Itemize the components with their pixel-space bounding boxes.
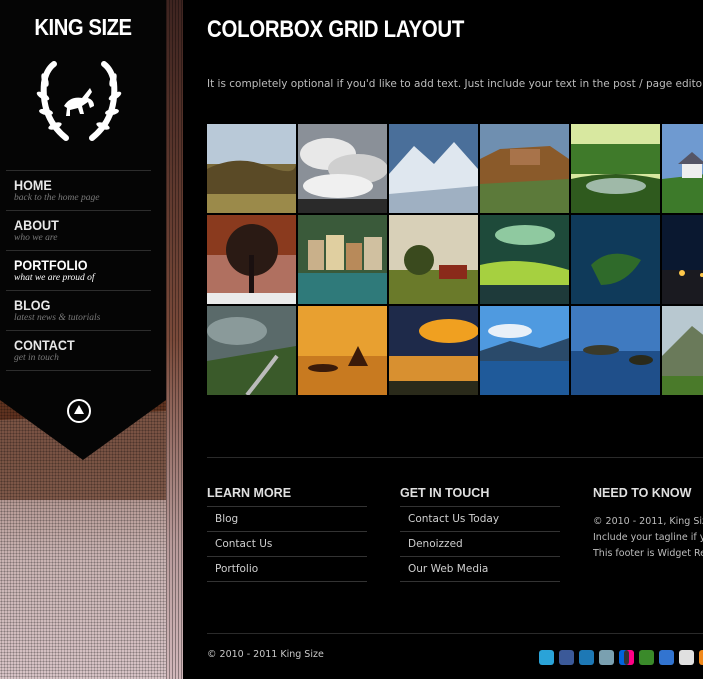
footer-text-line: © 2010 - 2011, King Siz — [593, 516, 703, 527]
linkedin-icon[interactable] — [579, 650, 594, 665]
nav-title: PORTFOLIO — [14, 257, 88, 273]
scroll-up-button[interactable] — [67, 399, 91, 423]
gallery-thumb-sunset-lake[interactable] — [389, 306, 478, 395]
nav-subtitle: who we are — [14, 233, 58, 243]
bottom-divider — [207, 633, 703, 634]
footer-learn-more: LEARN MORE Blog Contact Us Portfolio — [207, 486, 367, 582]
flickr-dots-icon[interactable] — [619, 650, 634, 665]
nav-item-blog[interactable]: BLOG latest news & tutorials — [6, 291, 151, 331]
nav-title: HOME — [14, 177, 52, 193]
twitter-icon[interactable] — [539, 650, 554, 665]
gallery-thumb-blue-bay[interactable] — [480, 306, 569, 395]
gallery-thumb-tree-silhouette[interactable] — [207, 215, 296, 304]
footer-link-denoizzed[interactable]: Denoizzed — [400, 532, 560, 557]
stumbleupon-icon[interactable] — [639, 650, 654, 665]
footer-link-contact-us[interactable]: Contact Us — [207, 532, 367, 557]
flickr-icon[interactable] — [599, 650, 614, 665]
nav-subtitle: get in touch — [14, 353, 59, 363]
gallery-thumb-tree-barn[interactable] — [389, 215, 478, 304]
rss-icon[interactable] — [699, 650, 703, 665]
gallery-thumb-house-hill[interactable] — [662, 124, 703, 213]
footer-link-blog[interactable]: Blog — [207, 507, 367, 532]
laurel-unicorn-icon — [36, 61, 122, 141]
footer-text-line: This footer is Widget Re — [593, 548, 703, 559]
gallery-thumb-orange-sea-rocks[interactable] — [298, 306, 387, 395]
sidebar: KING SIZE HOME back to the home page ABOU… — [0, 0, 166, 390]
footer-divider — [207, 457, 703, 458]
gallery-thumb-snowy-mountains[interactable] — [389, 124, 478, 213]
nav-title: CONTACT — [14, 337, 75, 353]
nav-item-contact[interactable]: CONTACT get in touch — [6, 331, 151, 371]
nav-item-about[interactable]: ABOUT who we are — [6, 211, 151, 251]
gallery-thumb-green-lake[interactable] — [571, 124, 660, 213]
footer-heading: LEARN MORE — [207, 486, 292, 500]
gallery-thumb-glowing-coast[interactable] — [480, 215, 569, 304]
main-content: COLORBOX GRID LAYOUT It is completely op… — [207, 0, 703, 679]
nav-title: ABOUT — [14, 217, 59, 233]
gallery-thumb-landscape-field[interactable] — [207, 124, 296, 213]
footer-get-in-touch: GET IN TOUCH Contact Us Today Denoizzed … — [400, 486, 560, 582]
gallery-thumb-storm-road[interactable] — [207, 306, 296, 395]
social-icons — [539, 650, 703, 665]
main-nav: HOME back to the home page ABOUT who we ar… — [6, 170, 151, 371]
footer-heading: GET IN TOUCH — [400, 486, 490, 500]
footer-link-portfolio[interactable]: Portfolio — [207, 557, 367, 582]
page-intro: It is completely optional if you'd like … — [207, 78, 703, 90]
gallery-thumb-harbor-houses[interactable] — [298, 215, 387, 304]
nav-subtitle: back to the home page — [14, 193, 100, 203]
gallery-thumb-rock-cliff[interactable] — [480, 124, 569, 213]
facebook-icon[interactable] — [559, 650, 574, 665]
copyright: © 2010 - 2011 King Size — [207, 649, 324, 660]
footer-link-contact-today[interactable]: Contact Us Today — [400, 507, 560, 532]
gallery-thumb-night-city[interactable] — [662, 215, 703, 304]
nav-title: BLOG — [14, 297, 51, 313]
nav-item-portfolio[interactable]: PORTFOLIO what we are proud of — [6, 251, 151, 291]
nav-item-home[interactable]: HOME back to the home page — [6, 171, 151, 211]
background-strip — [166, 0, 183, 679]
gallery-thumb-cloudy-sky[interactable] — [298, 124, 387, 213]
page-title: COLORBOX GRID LAYOUT — [207, 16, 465, 43]
picasa-icon[interactable] — [679, 650, 694, 665]
site-logo[interactable]: KING SIZE — [10, 14, 156, 41]
nav-subtitle: latest news & tutorials — [14, 313, 101, 323]
footer-heading: NEED TO KNOW — [593, 486, 692, 500]
footer-text-line: Include your tagline if y — [593, 532, 703, 543]
gallery-thumb-rocky-coast[interactable] — [571, 306, 660, 395]
nav-subtitle: what we are proud of — [14, 273, 95, 283]
gallery-thumb-island-aerial[interactable] — [571, 215, 660, 304]
gallery-thumb-mountain-valley[interactable] — [662, 306, 703, 395]
delicious-icon[interactable] — [659, 650, 674, 665]
footer-need-to-know: NEED TO KNOW © 2010 - 2011, King Siz Inc… — [593, 486, 703, 562]
gallery-grid — [207, 124, 703, 397]
footer-link-web-media[interactable]: Our Web Media — [400, 557, 560, 582]
